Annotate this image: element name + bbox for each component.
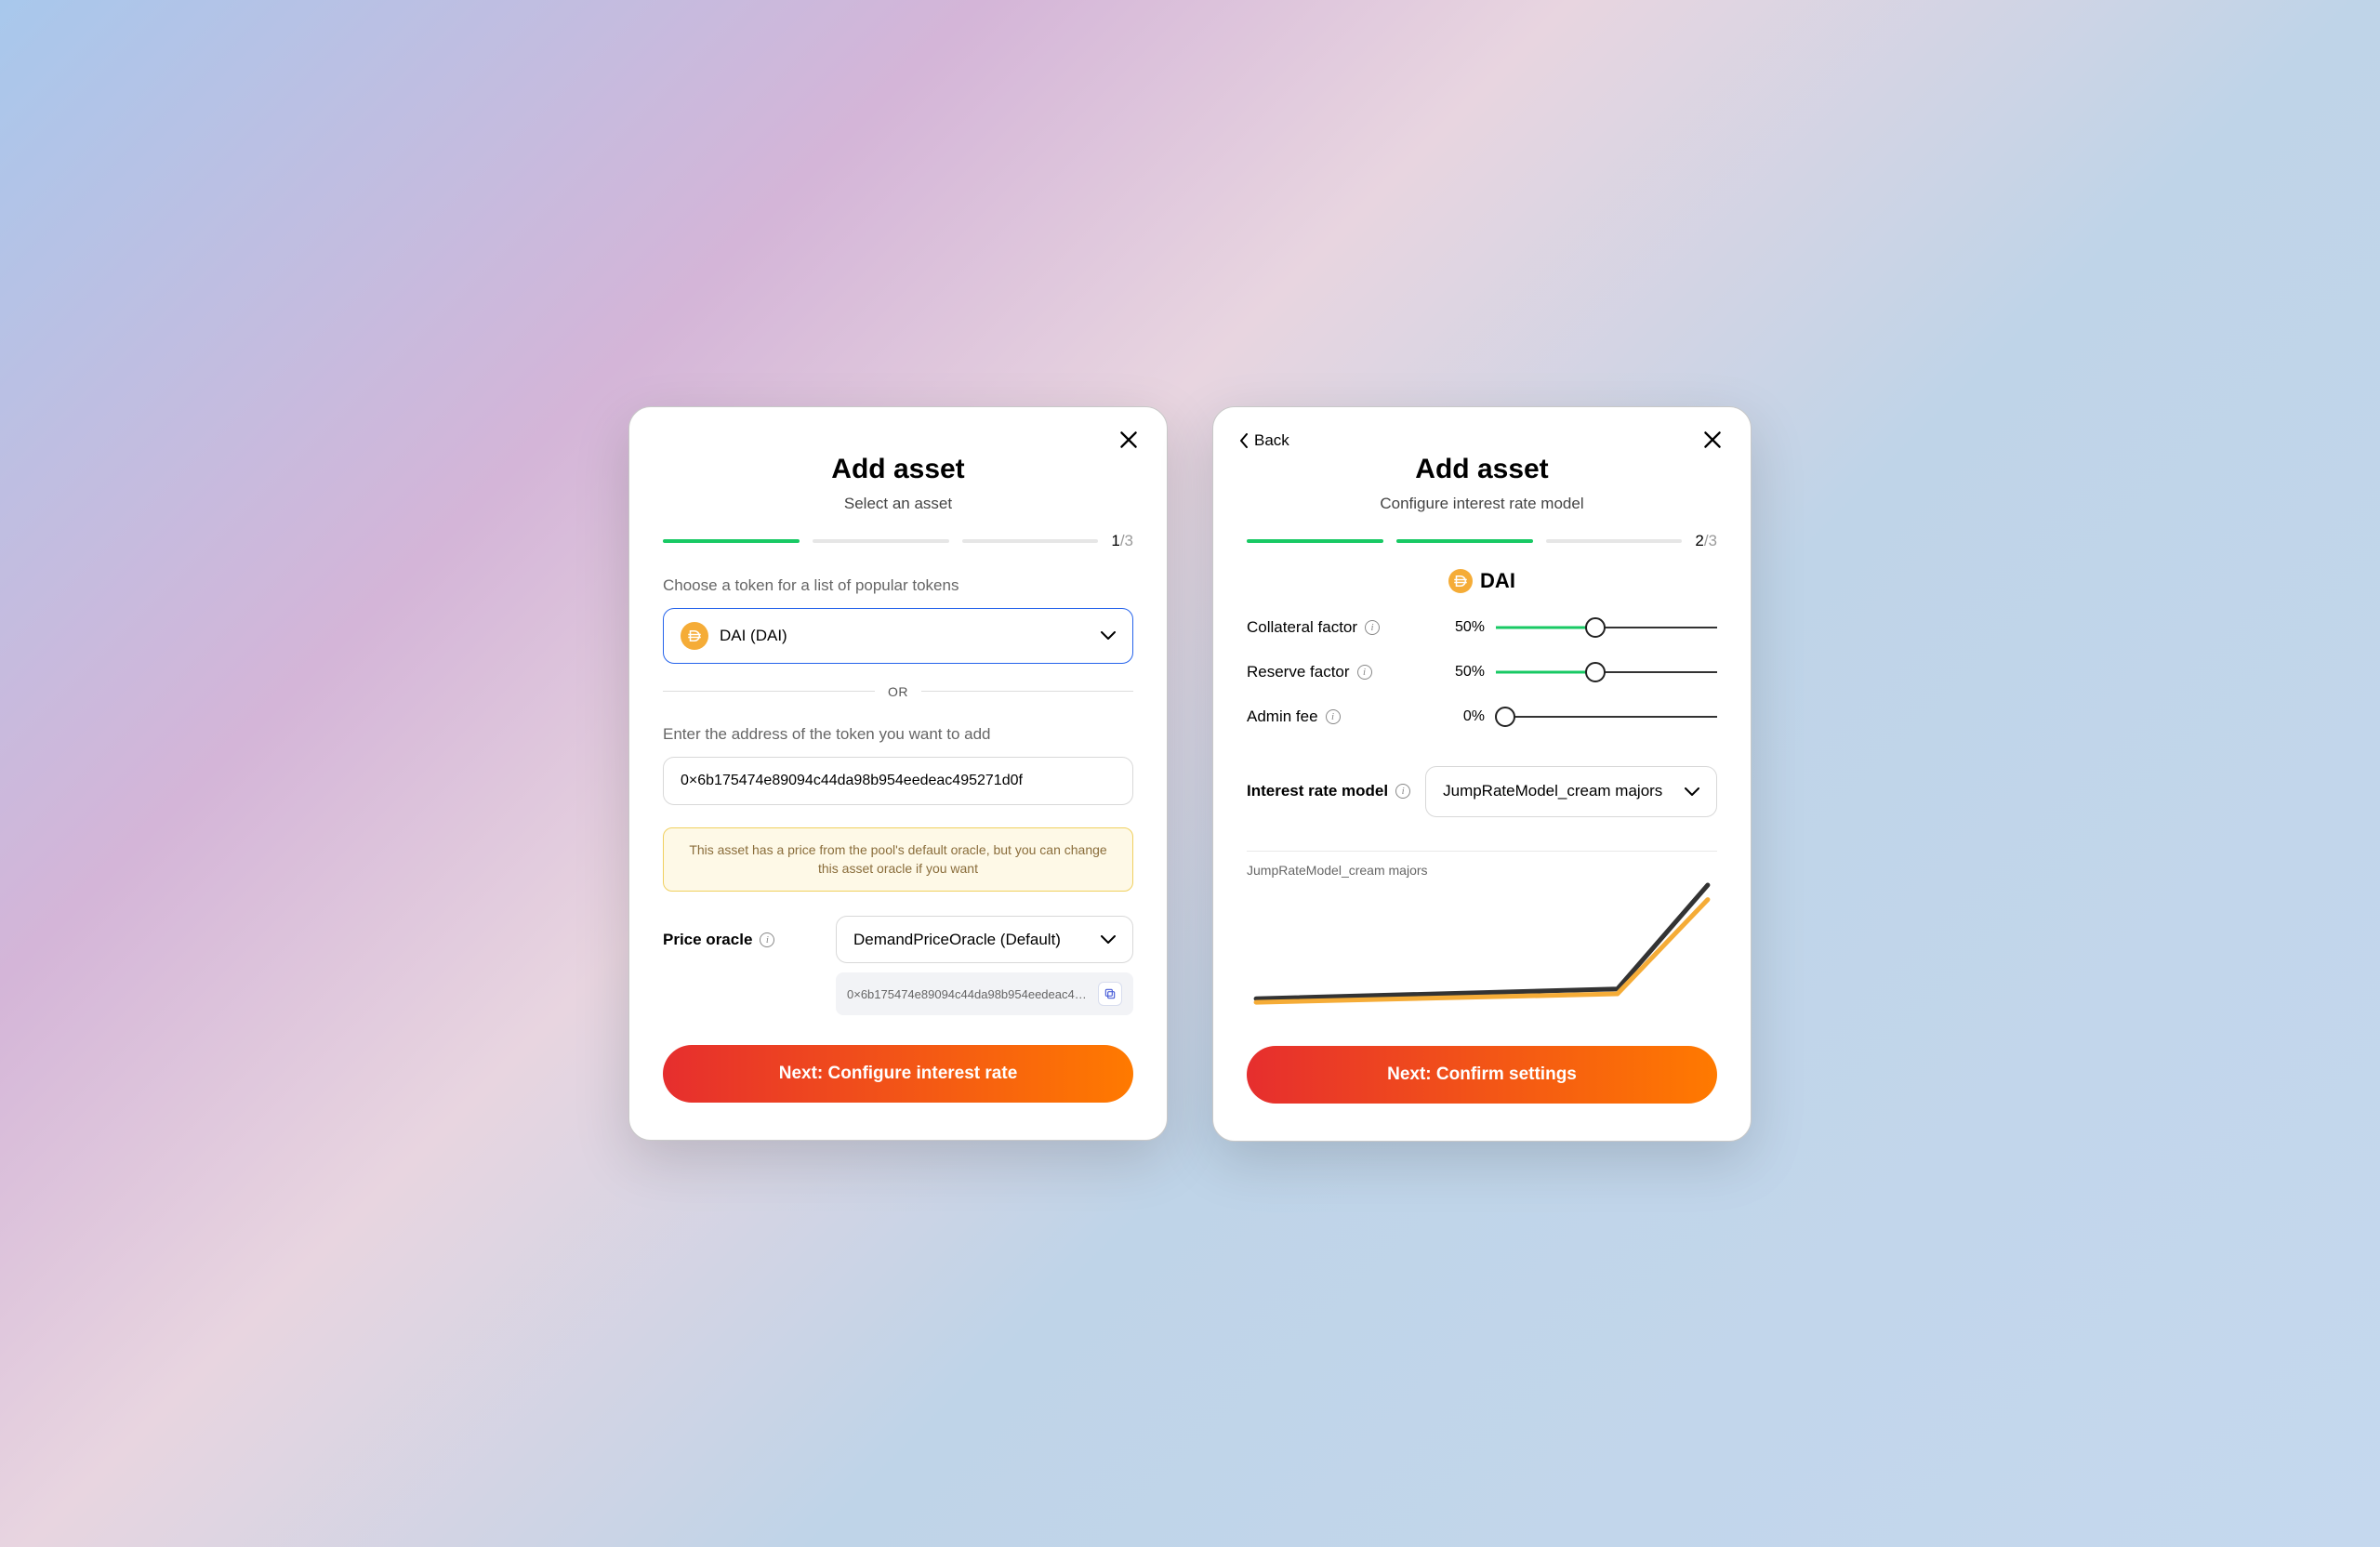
collateral-factor-value: 50% xyxy=(1444,619,1485,636)
progress-segment-2 xyxy=(1396,539,1533,543)
chevron-down-icon xyxy=(1101,930,1116,949)
info-icon[interactable]: i xyxy=(1395,784,1410,799)
slider-thumb[interactable] xyxy=(1495,707,1515,727)
progress-segment-1 xyxy=(1247,539,1383,543)
back-button[interactable]: Back xyxy=(1239,431,1289,450)
token-address-input[interactable] xyxy=(663,757,1133,805)
progress-bar: 2/3 xyxy=(1247,532,1717,550)
interest-rate-chart: JumpRateModel_cream majors xyxy=(1247,851,1717,1016)
modal-subtitle: Configure interest rate model xyxy=(1247,495,1717,513)
step-current: 2 xyxy=(1695,532,1703,549)
collateral-factor-label: Collateral factor i xyxy=(1247,618,1433,637)
dai-token-icon xyxy=(1448,569,1473,593)
token-symbol: DAI xyxy=(1480,569,1515,593)
copy-icon[interactable] xyxy=(1098,982,1122,1006)
admin-fee-value: 0% xyxy=(1444,708,1485,725)
interest-rate-model-value: JumpRateModel_cream majors xyxy=(1443,782,1662,800)
price-oracle-value: DemandPriceOracle (Default) xyxy=(853,931,1061,949)
oracle-notice: This asset has a price from the pool's d… xyxy=(663,827,1133,892)
admin-fee-label: Admin fee i xyxy=(1247,707,1433,726)
info-icon[interactable]: i xyxy=(760,932,774,947)
or-text: OR xyxy=(888,684,908,699)
progress-segment-2 xyxy=(813,539,949,543)
oracle-address-box: 0×6b175474e89094c44da98b954eedeac4952 xyxy=(836,972,1133,1015)
back-label: Back xyxy=(1254,431,1289,450)
dai-token-icon xyxy=(681,622,708,650)
progress-segment-3 xyxy=(962,539,1099,543)
modal-title: Add asset xyxy=(663,454,1133,485)
progress-segment-1 xyxy=(663,539,800,543)
interest-rate-model-select[interactable]: JumpRateModel_cream majors xyxy=(1425,766,1717,817)
slider-thumb[interactable] xyxy=(1585,662,1606,682)
price-oracle-select[interactable]: DemandPriceOracle (Default) xyxy=(836,916,1133,963)
progress-text: 2/3 xyxy=(1695,532,1717,550)
info-icon[interactable]: i xyxy=(1357,665,1372,680)
or-divider: OR xyxy=(663,684,1133,699)
step-total: /3 xyxy=(1704,532,1717,549)
progress-bar: 1/3 xyxy=(663,532,1133,550)
choose-token-label: Choose a token for a list of popular tok… xyxy=(663,576,1133,595)
collateral-factor-slider[interactable] xyxy=(1496,617,1717,638)
next-configure-interest-button[interactable]: Next: Configure interest rate xyxy=(663,1045,1133,1103)
token-header: DAI xyxy=(1247,569,1717,593)
chart-title: JumpRateModel_cream majors xyxy=(1247,863,1717,878)
progress-text: 1/3 xyxy=(1111,532,1133,550)
reserve-factor-label: Reserve factor i xyxy=(1247,663,1433,681)
reserve-factor-slider[interactable] xyxy=(1496,662,1717,682)
progress-segment-3 xyxy=(1546,539,1683,543)
interest-rate-chart-area xyxy=(1247,881,1717,1012)
modal-subtitle: Select an asset xyxy=(663,495,1133,513)
admin-fee-slider[interactable] xyxy=(1496,707,1717,727)
slider-thumb[interactable] xyxy=(1585,617,1606,638)
price-oracle-label: Price oracle i xyxy=(663,931,821,949)
step-current: 1 xyxy=(1111,532,1119,549)
modal-title: Add asset xyxy=(1247,454,1717,485)
token-select-value: DAI (DAI) xyxy=(720,627,1090,645)
address-input-label: Enter the address of the token you want … xyxy=(663,725,1133,744)
add-asset-step2-modal: Back Add asset Configure interest rate m… xyxy=(1212,406,1752,1142)
close-icon[interactable] xyxy=(1700,428,1725,457)
interest-rate-model-label: Interest rate model i xyxy=(1247,782,1410,800)
info-icon[interactable]: i xyxy=(1365,620,1380,635)
reserve-factor-value: 50% xyxy=(1444,664,1485,681)
info-icon[interactable]: i xyxy=(1326,709,1341,724)
chevron-down-icon xyxy=(1685,782,1699,801)
token-select[interactable]: DAI (DAI) xyxy=(663,608,1133,664)
chevron-down-icon xyxy=(1101,626,1116,645)
step-total: /3 xyxy=(1120,532,1133,549)
next-confirm-settings-button[interactable]: Next: Confirm settings xyxy=(1247,1046,1717,1104)
close-icon[interactable] xyxy=(1117,428,1141,457)
add-asset-step1-modal: Add asset Select an asset 1/3 Choose a t… xyxy=(628,406,1168,1141)
oracle-address: 0×6b175474e89094c44da98b954eedeac4952 xyxy=(847,987,1091,1001)
